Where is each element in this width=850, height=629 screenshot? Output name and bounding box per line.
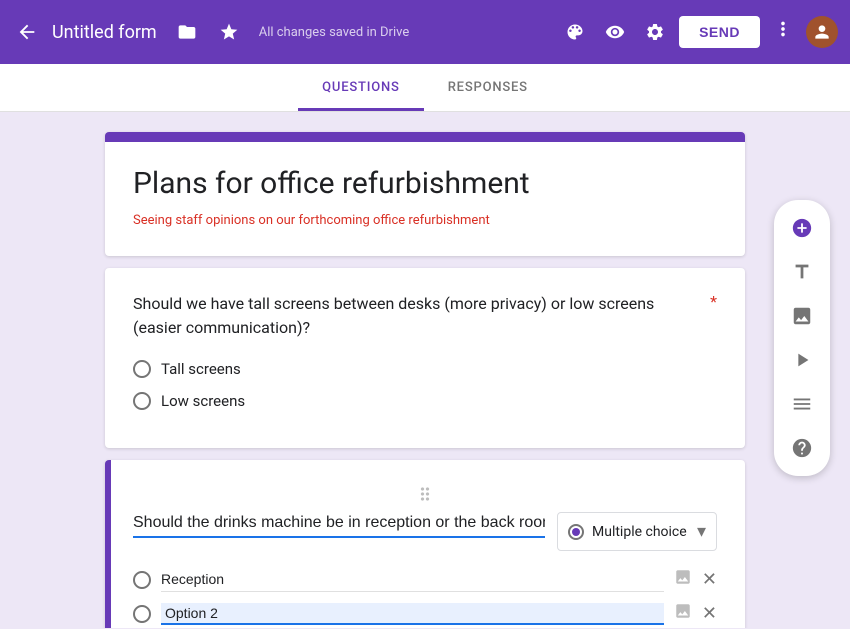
option-input-reception[interactable] <box>161 567 664 592</box>
add-section-button[interactable] <box>782 384 822 424</box>
question-2-input-area <box>133 512 545 538</box>
form-title-nav: Untitled form <box>52 22 157 43</box>
option-label-2: Low screens <box>161 392 245 410</box>
option-close-button-2[interactable]: ✕ <box>702 603 717 624</box>
preview-button[interactable] <box>599 18 631 46</box>
radio-option-2-edit[interactable] <box>133 605 151 623</box>
palette-button[interactable] <box>559 18 591 46</box>
question-card-1: * Should we have tall screens between de… <box>105 268 745 448</box>
question-card-2: Multiple choice ▾ ✕ <box>105 460 745 628</box>
main-content-area: Plans for office refurbishment Seeing st… <box>0 112 850 628</box>
add-video-button[interactable] <box>782 340 822 380</box>
saved-status: All changes saved in Drive <box>259 25 549 40</box>
question-text-1: Should we have tall screens between desk… <box>133 292 717 340</box>
help-button[interactable] <box>782 428 822 468</box>
form-title-card: Plans for office refurbishment Seeing st… <box>105 132 745 256</box>
question-2-title-input[interactable] <box>133 514 545 538</box>
radio-option-reception[interactable] <box>133 571 151 589</box>
nav-right-actions: SEND <box>559 14 838 50</box>
form-description: Seeing staff opinions on our forthcoming… <box>133 213 717 228</box>
option-label-1: Tall screens <box>161 360 241 378</box>
edit-option-row-2: ✕ <box>133 602 717 625</box>
option-row-2: Low screens <box>133 392 717 410</box>
tabs-bar: QUESTIONS RESPONSES <box>0 64 850 112</box>
mc-radio-inner <box>572 528 580 536</box>
required-indicator: * <box>710 292 717 311</box>
form-main-title: Plans for office refurbishment <box>133 166 717 201</box>
dropdown-label: Multiple choice <box>592 524 689 540</box>
add-question-button[interactable] <box>782 208 822 248</box>
folder-button[interactable] <box>171 18 203 46</box>
settings-button[interactable] <box>639 18 671 46</box>
mc-radio-icon <box>568 524 584 540</box>
star-button[interactable] <box>213 18 245 46</box>
top-nav: Untitled form All changes saved in Drive… <box>0 0 850 64</box>
user-avatar[interactable] <box>806 16 838 48</box>
add-image-button[interactable] <box>782 296 822 336</box>
more-options-button[interactable] <box>768 14 798 50</box>
back-button[interactable] <box>12 17 42 47</box>
drag-handle <box>133 484 717 504</box>
right-sidebar <box>774 200 830 476</box>
option-row-1: Tall screens <box>133 360 717 378</box>
form-container: Plans for office refurbishment Seeing st… <box>105 132 745 628</box>
radio-option-1[interactable] <box>133 360 151 378</box>
dropdown-arrow-icon: ▾ <box>697 521 706 542</box>
option-image-button-1[interactable] <box>674 568 692 591</box>
tab-questions[interactable]: QUESTIONS <box>298 64 424 111</box>
option-close-button-1[interactable]: ✕ <box>702 569 717 590</box>
send-button[interactable]: SEND <box>679 16 760 48</box>
option-image-button-2[interactable] <box>674 602 692 625</box>
radio-option-2[interactable] <box>133 392 151 410</box>
add-title-button[interactable] <box>782 252 822 292</box>
edit-option-row-1: ✕ <box>133 567 717 592</box>
question-2-header: Multiple choice ▾ <box>133 512 717 551</box>
option-input-2[interactable] <box>161 603 664 625</box>
question-type-dropdown[interactable]: Multiple choice ▾ <box>557 512 717 551</box>
tab-responses[interactable]: RESPONSES <box>424 64 552 111</box>
